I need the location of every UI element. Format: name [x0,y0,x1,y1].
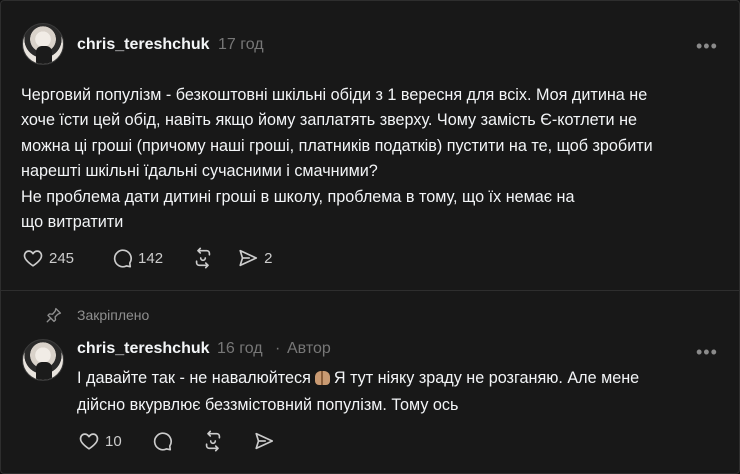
repost-icon [205,430,220,452]
reply-timestamp[interactable]: 16 год [217,340,263,358]
post-line: Не проблема дати дитині гроші в школу, п… [21,187,575,206]
avatar[interactable] [22,23,64,65]
post-timestamp[interactable]: 17 год [218,36,264,54]
raising-hands-emoji [313,369,332,385]
share-button[interactable]: 2 [237,247,272,269]
reply-like-button[interactable]: 10 [78,430,122,452]
repost-icon [195,247,211,269]
post-username[interactable]: chris_tereshchuk [77,36,210,54]
post-line: Черговий популізм - безкоштовні шкільні … [21,86,648,104]
repost-button[interactable] [192,247,214,269]
comment-button[interactable]: 142 [111,247,163,269]
post-line: хоче їсти цей обід, навіть якщо йому зап… [21,111,638,130]
reply-share-button[interactable] [253,430,275,452]
reply-repost-button[interactable] [202,430,224,452]
like-count: 245 [49,249,75,267]
reply-actions: 10 [78,430,298,452]
like-button[interactable]: 245 [22,247,74,269]
post-more-button[interactable]: ••• [696,37,718,55]
reply-line: І давайте так - не навалюйтеся Я тут ніяк… [77,365,717,392]
post-line: можна ці гроші (причому наші гроші, плат… [21,136,653,155]
reply-avatar[interactable] [22,339,64,381]
reply-body: І давайте так - не навалюйтеся Я тут ніяк… [77,365,717,419]
comment-count: 142 [138,249,164,267]
reply-text-part: Я тут ніяку зраду не розганяю. Але мене [333,369,640,387]
author-badge: Автор [287,340,331,357]
comment-bubble-icon [113,249,133,268]
reply-text-part: І давайте так - не навалюйтеся [77,369,311,387]
divider [1,290,739,291]
reply-like-count: 10 [105,432,122,450]
reply-comment-button[interactable] [151,430,173,452]
reply-username[interactable]: chris_tereshchuk [77,340,210,358]
post-line: що витратити [21,213,124,232]
post-body: Черговий популізм - безкоштовні шкільні … [21,83,726,235]
post-line: нарешті шкільні їдальні сучасними і смач… [21,162,378,181]
heart-icon [79,433,99,450]
pinned-indicator: Закріплено [45,306,149,324]
reply-separator: · [275,340,281,357]
heart-icon [23,250,43,267]
send-icon [255,432,273,450]
send-icon [239,249,258,267]
pin-icon [46,307,62,323]
reply-line: дійсно вкурвлює беззмістовний популізм. … [77,396,459,414]
thread-container: chris_tereshchuk 17 год ••• Черговий поп… [0,0,740,474]
pinned-label: Закріплено [77,307,150,323]
reply-more-button[interactable]: ••• [696,343,718,361]
share-count: 2 [264,249,273,267]
post-actions: 245 142 2 [22,247,295,269]
comment-bubble-icon [153,432,172,451]
